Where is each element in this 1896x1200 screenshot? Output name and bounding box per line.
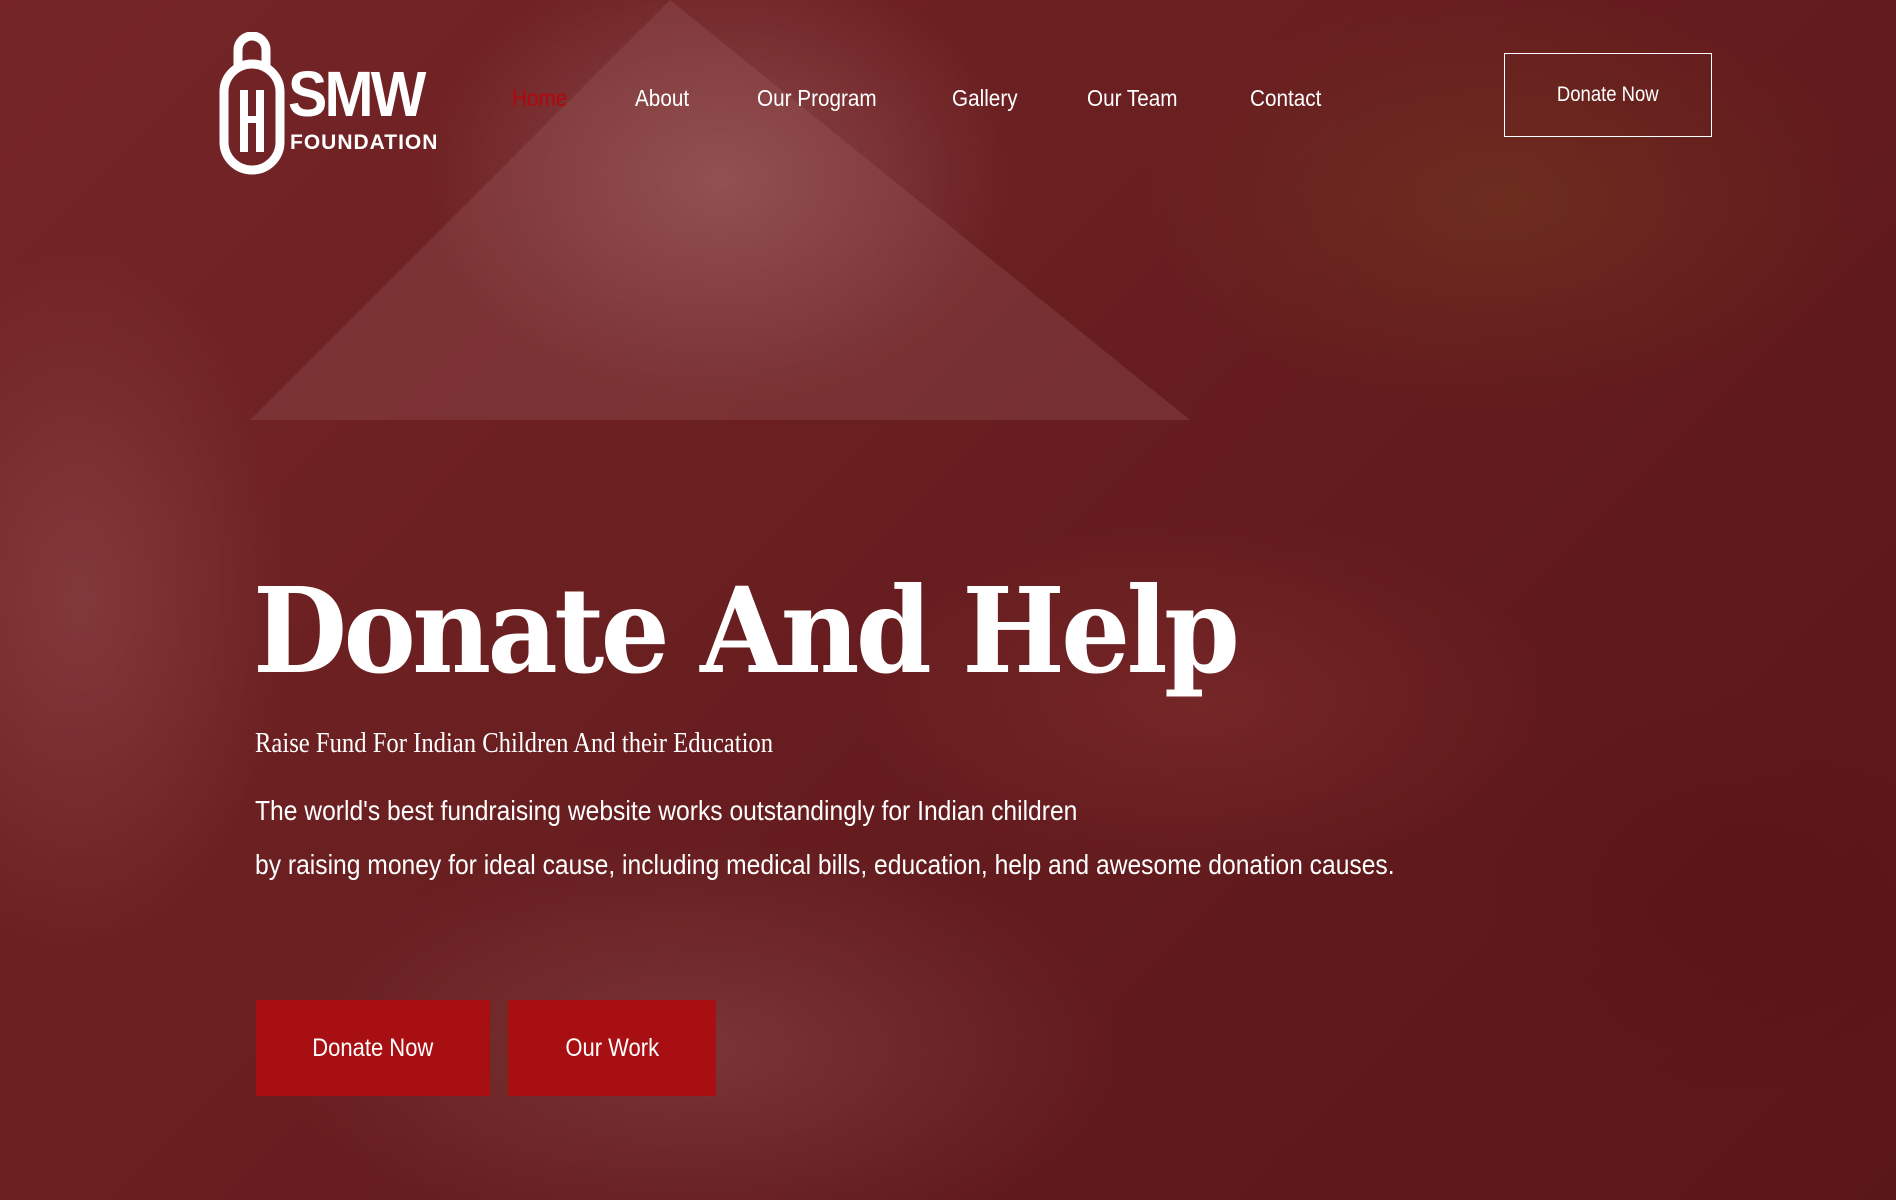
brand-tagline: FOUNDATION (290, 131, 439, 154)
hero-subtitle: Raise Fund For Indian Children And their… (255, 728, 774, 759)
our-work-button[interactable]: Our Work (508, 1000, 716, 1096)
main-nav: Home About Our Program Gallery Our Team … (512, 80, 1391, 116)
nav-item-home[interactable]: Home (512, 85, 567, 112)
header-donate-label: Donate Now (1557, 83, 1659, 106)
our-work-label: Our Work (565, 1033, 659, 1062)
hero-title: Donate And Help (253, 561, 1240, 700)
nav-item-contact[interactable]: Contact (1250, 85, 1321, 112)
donate-now-label: Donate Now (312, 1033, 434, 1062)
donate-now-button[interactable]: Donate Now (256, 1000, 490, 1096)
header-donate-button[interactable]: Donate Now (1504, 53, 1712, 137)
nav-item-our-team[interactable]: Our Team (1087, 85, 1178, 112)
smw-logo-icon (219, 32, 285, 175)
hero-description: The world's best fundraising website wor… (255, 784, 1575, 892)
nav-item-our-program[interactable]: Our Program (757, 85, 877, 112)
nav-item-gallery[interactable]: Gallery (952, 85, 1018, 112)
nav-item-about[interactable]: About (635, 85, 689, 112)
hero-description-line: by raising money for ideal cause, includ… (255, 849, 1395, 880)
brand-logo[interactable]: SMW FOUNDATION (218, 32, 437, 182)
brand-name: SMW (288, 58, 426, 130)
hero-description-line: The world's best fundraising website wor… (255, 795, 1078, 826)
